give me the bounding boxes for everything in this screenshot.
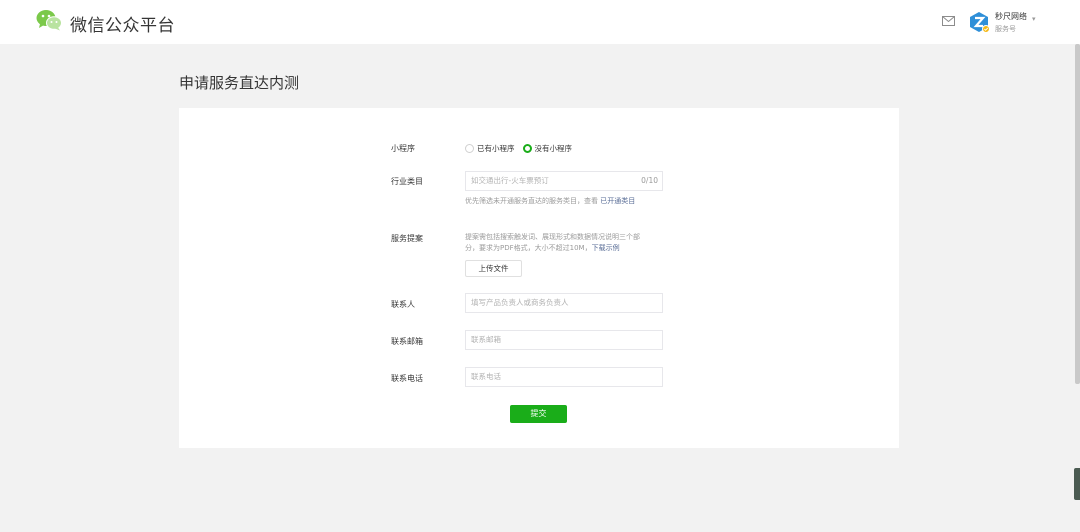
industry-hint-text: 优先筛选未开通服务直达的服务类目，查看 [465,197,598,205]
mini-program-label: 小程序 [391,144,415,153]
radio-has-mini-program[interactable]: 已有小程序 [465,143,515,154]
contact-placeholder: 填写产品负责人或商务负责人 [471,298,569,307]
email-label: 联系邮箱 [391,337,423,346]
contact-input[interactable]: 填写产品负责人或商务负责人 [465,293,663,313]
radio-option-label: 已有小程序 [477,143,515,153]
phone-input[interactable]: 联系电话 [465,367,663,387]
upload-file-button[interactable]: 上传文件 [465,260,522,277]
proposal-label: 服务提案 [391,234,423,243]
char-counter: 0/10 [641,176,658,185]
wechat-logo-icon[interactable] [36,9,62,31]
top-bar: 微信公众平台 秒尺网络 服务号 ▾ [0,0,1080,44]
platform-title[interactable]: 微信公众平台 [70,11,175,36]
submit-button[interactable]: 提交 [510,405,567,423]
account-avatar[interactable] [968,11,990,33]
proposal-hint: 提案需包括搜索触发词、展现形式和数据情况说明三个部 分，要求为PDF格式，大小不… [465,232,640,254]
email-placeholder: 联系邮箱 [471,335,501,344]
mini-program-radio-group: 已有小程序 没有小程序 [465,142,580,154]
chevron-down-icon[interactable]: ▾ [1032,15,1036,23]
open-categories-link[interactable]: 已开通类目 [600,197,635,205]
industry-placeholder: 如交通出行-火车票预订 [471,176,549,185]
mail-icon[interactable] [942,16,955,26]
radio-unchecked-icon [465,143,474,153]
industry-label: 行业类目 [391,177,423,186]
radio-option-label: 没有小程序 [534,143,573,153]
application-form-card: 小程序 已有小程序 没有小程序 行业类目 如交通出行-火车票预订 0/10 优先… [179,108,899,448]
radio-no-mini-program[interactable]: 没有小程序 [522,143,573,154]
page-scrollbar[interactable] [1075,44,1080,384]
side-panel-tab[interactable] [1074,468,1080,500]
page-title: 申请服务直达内测 [179,74,300,92]
download-example-link[interactable]: 下载示例 [592,244,620,252]
industry-input[interactable]: 如交通出行-火车票预订 0/10 [465,171,663,191]
phone-label: 联系电话 [391,374,423,383]
phone-placeholder: 联系电话 [471,372,501,381]
email-input[interactable]: 联系邮箱 [465,330,663,350]
account-name[interactable]: 秒尺网络 [995,11,1027,22]
contact-label: 联系人 [391,300,415,309]
industry-hint: 优先筛选未开通服务直达的服务类目，查看 已开通类目 [465,196,635,207]
proposal-hint-line2: 分，要求为PDF格式，大小不超过10M， [465,244,592,252]
proposal-hint-line1: 提案需包括搜索触发词、展现形式和数据情况说明三个部 [465,233,640,241]
account-type: 服务号 [995,25,1016,33]
radio-checked-icon [522,143,532,153]
